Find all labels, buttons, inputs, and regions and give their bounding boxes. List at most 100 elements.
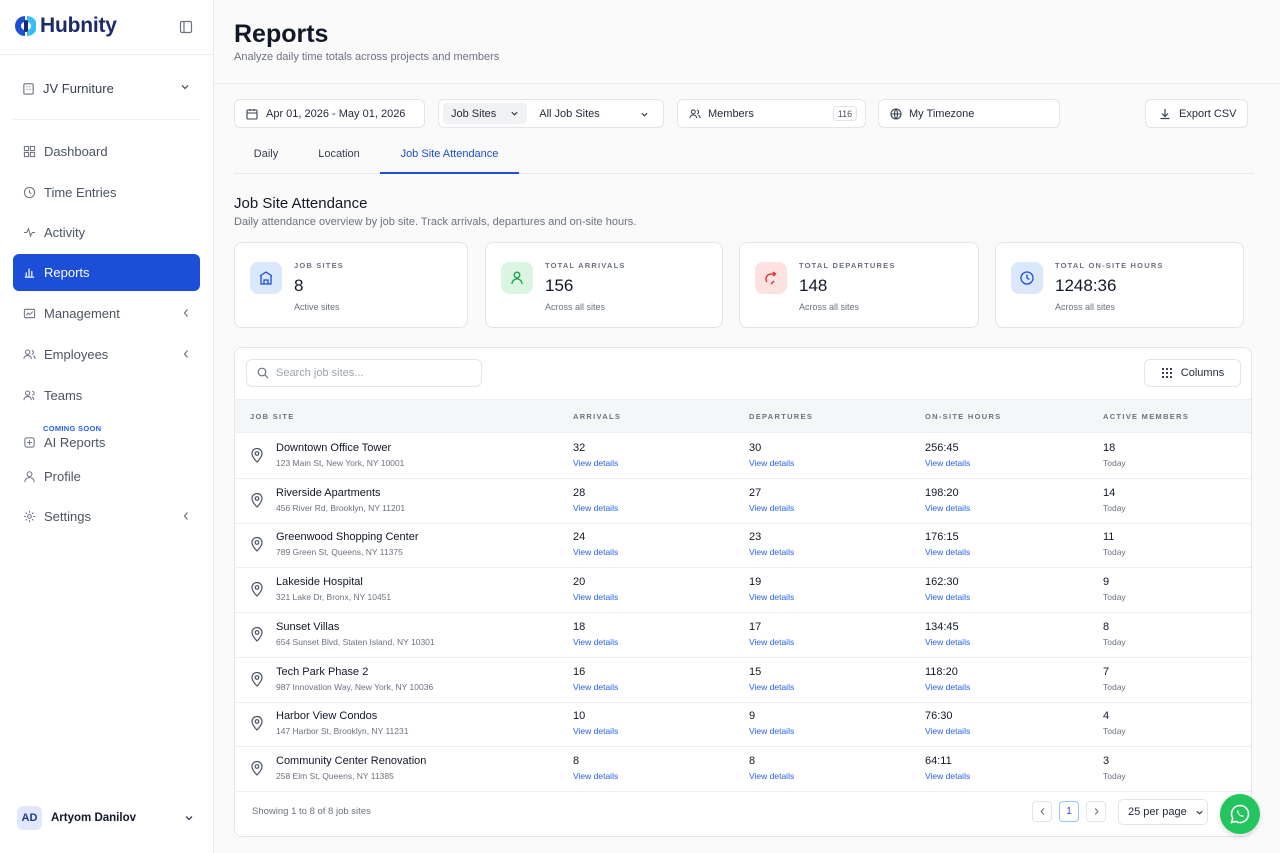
view-details-link[interactable]: View details <box>749 547 794 557</box>
map-pin-icon <box>251 671 263 687</box>
view-details-link[interactable]: View details <box>925 682 970 692</box>
departures-value: 30 <box>749 442 762 454</box>
view-details-link[interactable]: View details <box>573 726 618 736</box>
view-details-link[interactable]: View details <box>925 637 970 647</box>
whatsapp-chat-button[interactable] <box>1220 794 1260 834</box>
tab-job-site-attendance[interactable]: Job Site Attendance <box>380 145 519 174</box>
sidebar-item-reports[interactable]: Reports <box>13 254 200 291</box>
hours-value: 198:20 <box>925 486 959 499</box>
chevron-right-icon <box>1094 808 1099 815</box>
view-details-link[interactable]: View details <box>573 547 618 557</box>
table-row[interactable]: Community Center Renovation 258 Elm St, Q… <box>235 747 1251 792</box>
next-page-button[interactable] <box>1086 801 1106 822</box>
view-details-link[interactable]: View details <box>925 503 970 513</box>
sidebar-item-time-entries[interactable]: Time Entries <box>13 174 200 211</box>
sidebar-item-label: Reports <box>44 265 90 280</box>
view-details-link[interactable]: View details <box>749 503 794 513</box>
site-name[interactable]: Greenwood Shopping Center <box>276 531 418 543</box>
sidebar-item-label: Profile <box>44 469 81 484</box>
table-row[interactable]: Harbor View Condos 147 Harbor St, Brookly… <box>235 702 1251 748</box>
site-name[interactable]: Community Center Renovation <box>276 755 426 767</box>
avatar: AD <box>17 806 42 830</box>
column-header-departures[interactable]: DEPARTURES <box>749 412 813 421</box>
site-name[interactable]: Lakeside Hospital <box>276 576 363 588</box>
site-name[interactable]: Harbor View Condos <box>276 710 377 722</box>
tab-location[interactable]: Location <box>306 145 372 174</box>
view-details-link[interactable]: View details <box>749 637 794 647</box>
view-details-link[interactable]: View details <box>573 771 618 781</box>
departures-value: 9 <box>749 710 756 723</box>
columns-button[interactable]: Columns <box>1144 359 1241 387</box>
view-details-link[interactable]: View details <box>925 547 970 557</box>
column-header-on-site-hours[interactable]: ON-SITE HOURS <box>925 412 1002 421</box>
view-details-link[interactable]: View details <box>925 726 970 736</box>
tab-daily[interactable]: Daily <box>234 145 298 174</box>
search-box[interactable] <box>246 359 482 387</box>
view-details-link[interactable]: View details <box>925 592 970 602</box>
site-name[interactable]: Downtown Office Tower <box>276 442 391 454</box>
sidebar-item-label: Activity <box>44 225 86 240</box>
page-button-current[interactable]: 1 <box>1059 801 1079 822</box>
column-header-arrivals[interactable]: ARRIVALS <box>573 412 621 421</box>
hours-value: 134:45 <box>925 620 959 633</box>
sidebar-item-employees[interactable]: Employees <box>13 336 200 373</box>
table-row[interactable]: Downtown Office Tower 123 Main St, New Yo… <box>235 434 1251 479</box>
prev-page-button[interactable] <box>1032 801 1052 822</box>
sidebar-item-teams[interactable]: Teams <box>13 377 200 414</box>
table-row[interactable]: Tech Park Phase 2 987 Innovation Way, New… <box>235 658 1251 703</box>
main-content: Apr 01, 2026 - May 01, 2026 Job Sites Al… <box>214 84 1280 853</box>
job-site-filter[interactable]: Job Sites All Job Sites <box>438 99 664 128</box>
sidebar-item-ai-reports[interactable]: AI Reports <box>13 428 200 456</box>
sidebar-item-dashboard[interactable]: Dashboard <box>13 133 200 170</box>
clock-history-icon <box>23 186 36 199</box>
view-details-link[interactable]: View details <box>925 458 970 468</box>
exit-arrow-icon <box>755 262 787 294</box>
scope-selector[interactable]: Job Sites <box>443 103 528 124</box>
sidebar-item-management[interactable]: Management <box>13 295 200 332</box>
active-members-value: 11 <box>1103 531 1115 544</box>
sidebar-item-profile[interactable]: Profile <box>13 458 200 495</box>
view-details-link[interactable]: View details <box>573 637 618 647</box>
view-details-link[interactable]: View details <box>573 682 618 692</box>
user-menu[interactable]: AD Artyom Danilov <box>17 806 197 830</box>
table-row[interactable]: Lakeside Hospital 321 Lake Dr, Bronx, NY … <box>235 568 1251 614</box>
stat-card-total-arrivals: TOTAL ARRIVALS 156 Across all sites <box>485 242 723 328</box>
view-details-link[interactable]: View details <box>749 592 794 602</box>
table-row[interactable]: Riverside Apartments 456 River Rd, Brookl… <box>235 479 1251 524</box>
sidebar-collapse-icon[interactable] <box>179 20 193 34</box>
members-filter[interactable]: Members 116 <box>677 99 866 128</box>
site-name[interactable]: Sunset Villas <box>276 621 339 633</box>
sidebar-item-settings[interactable]: Settings <box>13 498 200 535</box>
search-input[interactable] <box>276 367 466 379</box>
brand-logo[interactable]: Hubnity <box>14 14 117 38</box>
view-details-link[interactable]: View details <box>749 726 794 736</box>
sidebar-item-activity[interactable]: Activity <box>13 214 200 251</box>
building-icon <box>23 82 34 95</box>
map-pin-icon <box>251 492 263 508</box>
table-row[interactable]: Sunset Villas 654 Sunset Blvd, Staten Isl… <box>235 613 1251 658</box>
view-details-link[interactable]: View details <box>573 592 618 602</box>
members-label: Members <box>708 107 754 120</box>
export-csv-button[interactable]: Export CSV <box>1145 99 1248 128</box>
view-details-link[interactable]: View details <box>573 503 618 513</box>
site-address: 456 River Rd, Brooklyn, NY 11201 <box>276 502 406 513</box>
column-header-active-members[interactable]: ACTIVE MEMBERS <box>1103 412 1189 421</box>
view-details-link[interactable]: View details <box>749 458 794 468</box>
hours-value: 176:15 <box>925 531 959 544</box>
view-details-link[interactable]: View details <box>749 771 794 781</box>
column-header-job-site[interactable]: JOB SITE <box>250 412 295 421</box>
table-row[interactable]: Greenwood Shopping Center 789 Green St, Q… <box>235 523 1251 569</box>
view-details-link[interactable]: View details <box>925 771 970 781</box>
today-label: Today <box>1103 681 1126 692</box>
view-details-link[interactable]: View details <box>573 458 618 468</box>
view-details-link[interactable]: View details <box>749 682 794 692</box>
date-range-picker[interactable]: Apr 01, 2026 - May 01, 2026 <box>234 99 425 128</box>
active-members-value: 4 <box>1103 710 1110 723</box>
stat-card-total-on-site-hours: TOTAL ON-SITE HOURS 1248:36 Across all s… <box>995 242 1244 328</box>
organization-selector[interactable]: JV Furniture <box>22 79 192 97</box>
timezone-selector[interactable]: My Timezone <box>878 99 1060 128</box>
arrivals-value: 20 <box>573 576 586 589</box>
site-name[interactable]: Tech Park Phase 2 <box>276 666 368 678</box>
per-page-select[interactable]: 25 per page <box>1118 799 1208 825</box>
site-name[interactable]: Riverside Apartments <box>276 487 381 499</box>
